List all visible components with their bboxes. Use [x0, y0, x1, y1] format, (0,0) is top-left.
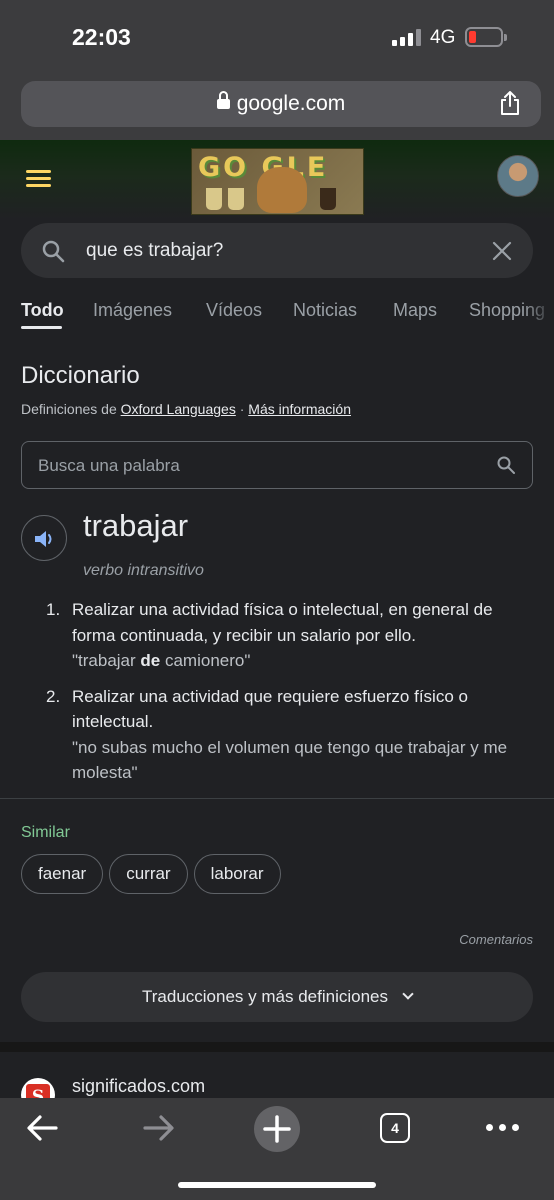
tab-maps[interactable]: Maps	[393, 300, 437, 321]
status-time: 22:03	[72, 24, 131, 50]
more-options-icon[interactable]	[486, 1124, 519, 1131]
definition-item: 2. Realizar una actividad que requiere e…	[46, 684, 526, 786]
tab-videos[interactable]: Vídeos	[206, 300, 262, 321]
network-label: 4G	[430, 27, 456, 48]
hamburger-menu-icon[interactable]	[26, 170, 51, 188]
similar-words: faenar currar laborar	[21, 854, 281, 894]
similar-chip[interactable]: laborar	[193, 854, 281, 894]
more-definitions-label: Traducciones y más definiciones	[142, 987, 388, 1006]
plus-icon	[263, 1115, 291, 1143]
word-search-placeholder: Busca una palabra	[38, 456, 180, 475]
new-tab-button[interactable]	[254, 1106, 300, 1152]
active-tab-indicator	[21, 326, 62, 329]
headword: trabajar	[83, 508, 189, 543]
word-search-input[interactable]: Busca una palabra	[21, 441, 533, 489]
clear-icon[interactable]	[491, 240, 513, 262]
similar-chip[interactable]: currar	[109, 854, 188, 894]
result-site-name[interactable]: significados.com	[72, 1076, 205, 1097]
tabs-fade	[524, 296, 554, 328]
source-prefix: Definiciones de	[21, 401, 117, 417]
chevron-down-icon	[402, 988, 414, 1000]
signal-icon	[392, 29, 421, 46]
more-info-link[interactable]: Más información	[248, 401, 351, 417]
definition-example: "no subas mucho el volumen que tengo que…	[72, 737, 508, 783]
definitions-list: 1. Realizar una actividad física o intel…	[46, 597, 526, 796]
tab-noticias[interactable]: Noticias	[293, 300, 357, 321]
definition-example: "trabajar de camionero"	[72, 651, 251, 670]
home-indicator[interactable]	[178, 1182, 376, 1188]
definition-text: Realizar una actividad que requiere esfu…	[72, 686, 468, 732]
definition-number: 2.	[46, 686, 61, 706]
part-of-speech: verbo intransitivo	[83, 562, 204, 579]
definition-item: 1. Realizar una actividad física o intel…	[46, 597, 526, 674]
definition-text: Realizar una actividad física o intelect…	[72, 600, 493, 645]
feedback-link[interactable]: Comentarios	[459, 932, 533, 947]
dictionary-title: Diccionario	[21, 362, 140, 389]
url-bar[interactable]: google.com	[21, 81, 541, 127]
battery-icon	[465, 27, 507, 47]
search-box[interactable]: que es trabajar?	[21, 223, 533, 278]
oxford-languages-link[interactable]: Oxford Languages	[121, 401, 236, 417]
speaker-icon	[35, 531, 52, 547]
pronunciation-button[interactable]	[21, 515, 67, 561]
dictionary-source: Definiciones de Oxford Languages · Más i…	[21, 401, 351, 417]
doodle-cup-illustration	[228, 188, 244, 210]
doodle-cup-illustration	[206, 188, 222, 210]
search-icon[interactable]	[496, 455, 516, 475]
section-divider	[0, 798, 554, 799]
doodle-cat-illustration	[257, 167, 307, 213]
url-text: google.com	[236, 92, 346, 115]
lock-icon	[216, 91, 230, 111]
account-avatar[interactable]	[497, 155, 539, 197]
tabs-count-button[interactable]: 4	[380, 1113, 410, 1143]
share-icon[interactable]	[497, 90, 523, 116]
definition-number: 1.	[46, 600, 61, 619]
browser-chrome: 22:03 4G google.com	[0, 0, 554, 140]
tab-imagenes[interactable]: Imágenes	[93, 300, 172, 321]
search-input[interactable]: que es trabajar?	[86, 240, 223, 262]
search-icon[interactable]	[41, 239, 65, 263]
back-arrow-icon[interactable]	[20, 1108, 68, 1148]
doodle-cup-illustration	[320, 188, 336, 210]
forward-arrow-icon[interactable]	[135, 1108, 183, 1148]
google-header: GO GLE	[0, 140, 554, 220]
tab-todo[interactable]: Todo	[21, 300, 64, 321]
source-separator: ·	[235, 401, 249, 417]
search-tabs: Todo Imágenes Vídeos Noticias Maps Shopp…	[0, 300, 554, 332]
results-separator	[0, 1042, 554, 1052]
google-doodle[interactable]: GO GLE	[191, 148, 364, 215]
similar-chip[interactable]: faenar	[21, 854, 104, 894]
similar-label: Similar	[21, 824, 70, 841]
more-definitions-button[interactable]: Traducciones y más definiciones	[21, 972, 533, 1022]
